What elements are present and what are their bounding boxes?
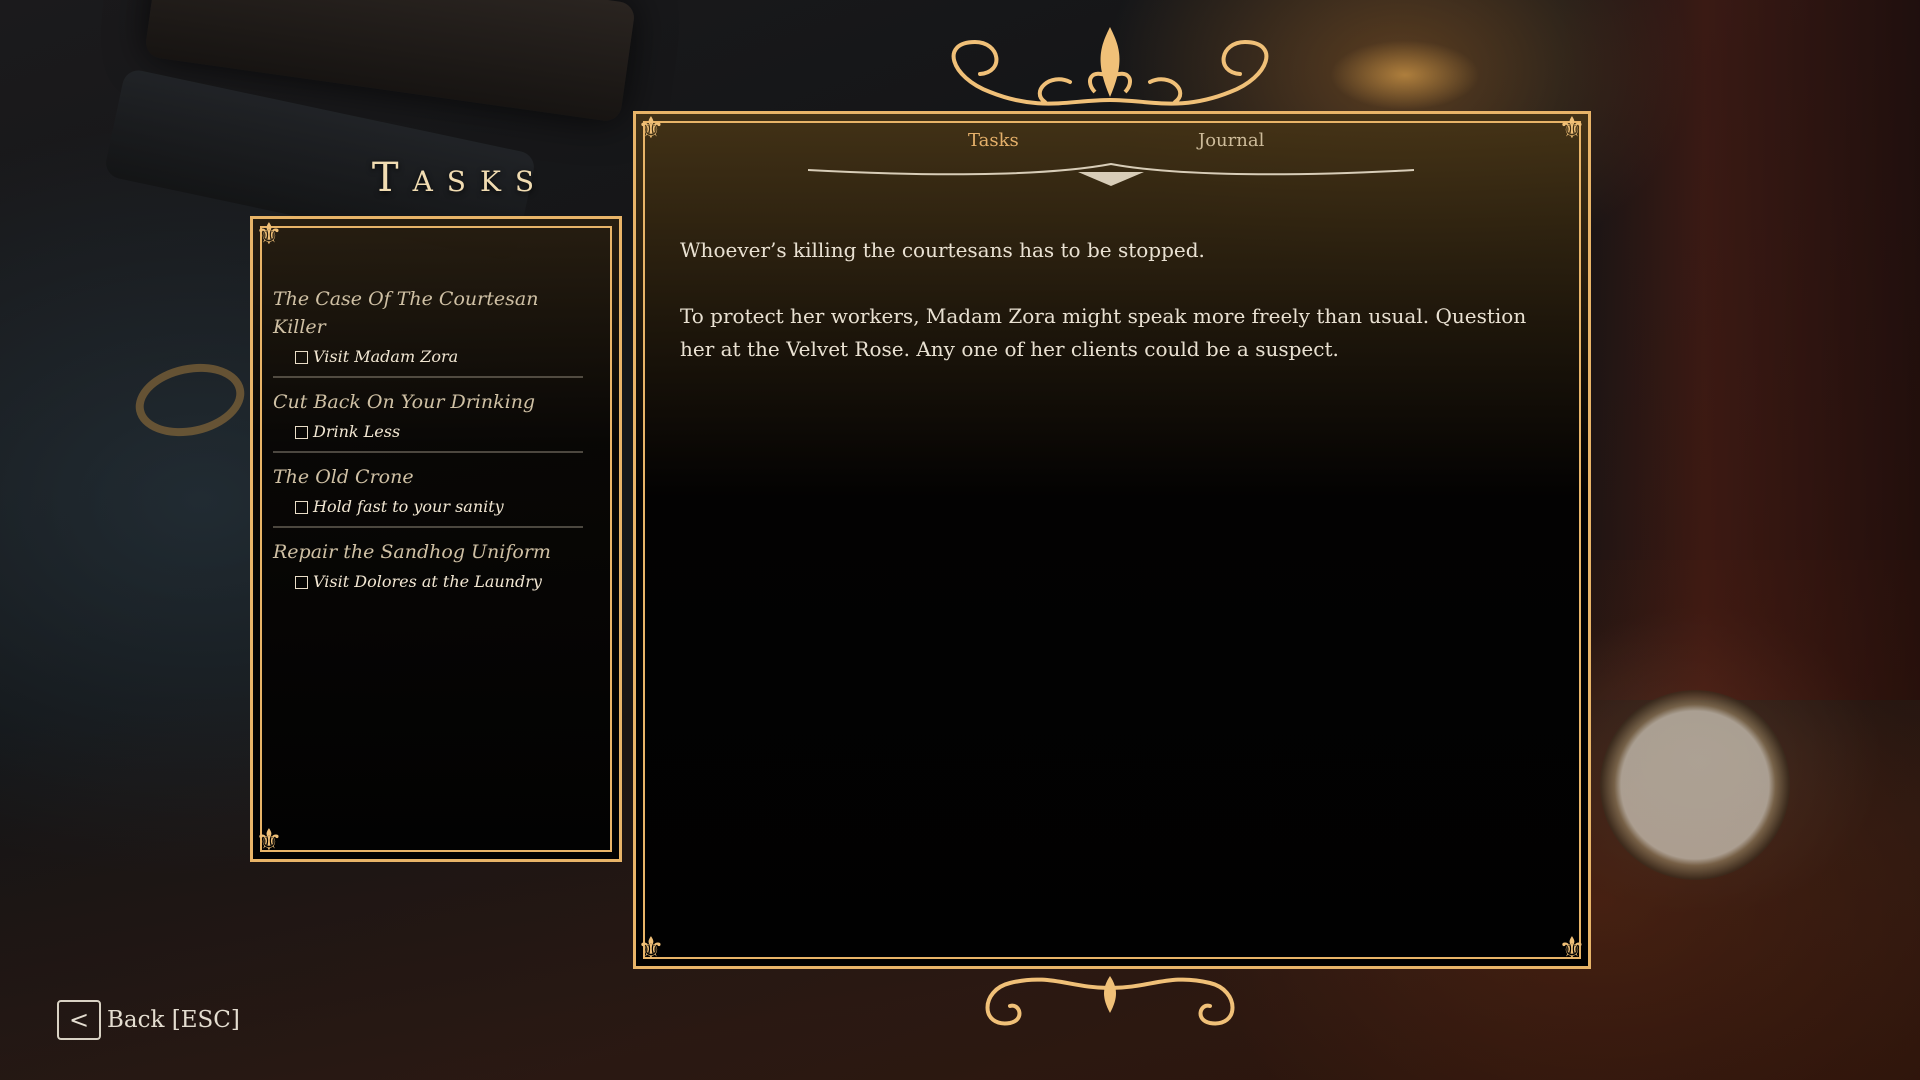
- fleur-de-lis-icon: [951, 27, 1269, 106]
- corner-ornament-icon: ⚜: [255, 217, 283, 252]
- corner-ornament-icon: ⚜: [637, 111, 665, 146]
- corner-ornament-icon: ⚜: [1558, 931, 1586, 966]
- task-item[interactable]: Cut Back On Your Drinking Drink Less: [273, 384, 583, 453]
- back-button[interactable]: < Back [ESC]: [57, 1000, 240, 1040]
- fleur-de-lis-icon: [985, 976, 1235, 1026]
- task-item[interactable]: Repair the Sandhog Uniform Visit Dolores…: [273, 534, 583, 601]
- task-title[interactable]: The Case Of The Courtesan Killer: [273, 285, 583, 341]
- task-list: The Case Of The Courtesan Killer Visit M…: [273, 281, 583, 607]
- background-candle-glow: [1330, 40, 1480, 110]
- corner-ornament-icon: ⚜: [1558, 111, 1586, 146]
- task-title[interactable]: Cut Back On Your Drinking: [273, 388, 583, 416]
- page-title: Tasks: [371, 155, 549, 201]
- checkbox-icon: [295, 350, 308, 364]
- chevron-left-icon[interactable]: <: [57, 1000, 101, 1040]
- corner-ornament-icon: ⚜: [637, 931, 665, 966]
- tab-divider: [808, 162, 1414, 186]
- task-objective: Drink Less: [295, 419, 583, 445]
- description-paragraph: To protect her workers, Madam Zora might…: [680, 304, 1527, 361]
- tab-journal[interactable]: Journal: [1198, 130, 1264, 151]
- background-pocket-watch: [1600, 690, 1790, 880]
- task-objective: Visit Madam Zora: [295, 344, 583, 370]
- objective-label: Visit Dolores at the Laundry: [313, 572, 542, 591]
- objective-label: Hold fast to your sanity: [313, 497, 504, 516]
- task-objective: Visit Dolores at the Laundry: [295, 569, 583, 595]
- background-curtain: [1560, 0, 1920, 700]
- task-description: Whoever’s killing the courtesans has to …: [680, 234, 1540, 366]
- objective-label: Drink Less: [313, 422, 401, 441]
- task-objective: Hold fast to your sanity: [295, 494, 583, 520]
- back-label[interactable]: Back [ESC]: [107, 1007, 240, 1033]
- task-list-panel: The Case Of The Courtesan Killer Visit M…: [250, 216, 622, 862]
- task-title[interactable]: The Old Crone: [273, 463, 583, 491]
- checkbox-icon: [295, 425, 308, 439]
- checkbox-icon: [295, 575, 308, 589]
- task-item[interactable]: The Old Crone Hold fast to your sanity: [273, 459, 583, 528]
- background-ring: [128, 354, 252, 446]
- checkbox-icon: [295, 500, 308, 514]
- task-title[interactable]: Repair the Sandhog Uniform: [273, 538, 583, 566]
- description-paragraph: Whoever’s killing the courtesans has to …: [680, 238, 1205, 262]
- tab-tasks[interactable]: Tasks: [968, 130, 1019, 151]
- task-item[interactable]: The Case Of The Courtesan Killer Visit M…: [273, 281, 583, 378]
- objective-label: Visit Madam Zora: [313, 347, 459, 366]
- corner-ornament-icon: ⚜: [255, 823, 283, 858]
